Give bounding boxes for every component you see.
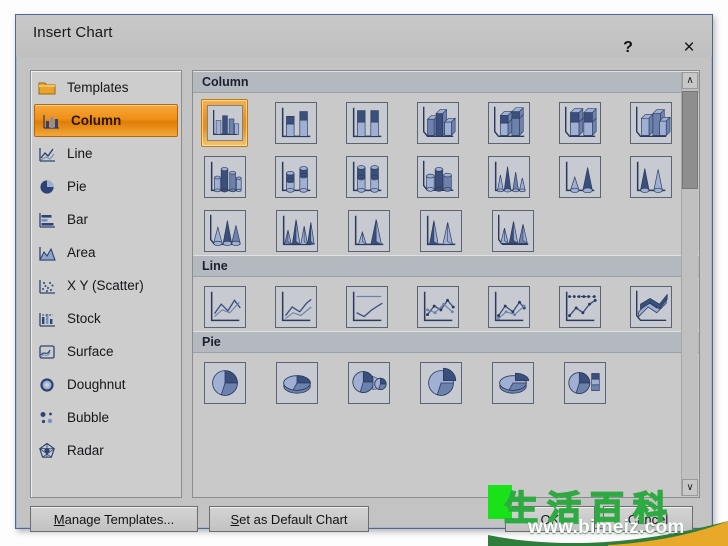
dialog-title: Insert Chart [33, 24, 113, 41]
gallery-row [193, 201, 699, 255]
doughnut-chart-icon [38, 376, 56, 394]
chart-subtype-3d-stacked-column[interactable] [486, 99, 533, 147]
ok-button[interactable]: OK [505, 506, 595, 532]
chart-subtype-3d-clustered-column[interactable] [414, 99, 461, 147]
chart-subtype-pie-of-pie[interactable] [345, 359, 393, 407]
sidebar-item-label: Radar [67, 443, 104, 458]
sidebar-item-x-y-scatter[interactable]: X Y (Scatter) [31, 269, 181, 302]
radar-chart-icon [38, 442, 56, 460]
chart-subtype-clustered-cone[interactable] [486, 153, 533, 201]
sidebar-item-line[interactable]: Line [31, 137, 181, 170]
chart-subtype-exploded-pie-in-3d[interactable] [489, 359, 537, 407]
sidebar-item-label: X Y (Scatter) [67, 278, 144, 293]
cancel-button[interactable]: Cancel [603, 506, 693, 532]
pie-chart-icon [38, 178, 56, 196]
sidebar-item-radar[interactable]: Radar [31, 434, 181, 467]
chart-subtype-line-with-markers[interactable] [414, 283, 461, 331]
chart-subtype-3d-column[interactable] [628, 99, 675, 147]
screen: Insert Chart ? × Templates Column Line Pie B… [0, 0, 728, 546]
chart-subtype-3d-pyramid[interactable] [489, 207, 537, 255]
bar-chart-icon [38, 211, 56, 229]
sidebar-item-label: Surface [67, 344, 114, 359]
scrollbar-thumb[interactable] [682, 91, 698, 189]
line-chart-icon [38, 145, 56, 163]
gallery-row [193, 353, 699, 407]
surface-chart-icon [38, 343, 56, 361]
insert-chart-dialog: Insert Chart ? × Templates Column Line Pie B… [15, 14, 713, 532]
chart-subtype-stacked-column[interactable] [272, 99, 319, 147]
column-chart-icon [42, 112, 60, 130]
chart-subtype-clustered-cylinder[interactable] [201, 153, 248, 201]
sidebar-item-label: Pie [67, 179, 87, 194]
chart-subtype-gallery[interactable]: Column Line Pie ∧ ∨ [192, 70, 700, 498]
chart-subtype-pie[interactable] [201, 359, 249, 407]
folder-icon [38, 79, 56, 97]
chart-subtype-pie-in-3d[interactable] [273, 359, 321, 407]
sidebar-item-label: Templates [67, 80, 129, 95]
chart-subtype-clustered-column[interactable] [201, 99, 249, 147]
chart-subtype-stacked-pyramid[interactable] [345, 207, 393, 255]
chart-subtype-exploded-pie[interactable] [417, 359, 465, 407]
sidebar-item-area[interactable]: Area [31, 236, 181, 269]
scroll-up-icon[interactable]: ∧ [682, 72, 698, 89]
sidebar-item-templates[interactable]: Templates [31, 71, 181, 104]
help-icon[interactable]: ? [611, 33, 645, 63]
sidebar-item-column[interactable]: Column [34, 104, 178, 137]
sidebar-item-surface[interactable]: Surface [31, 335, 181, 368]
chart-subtype-100-percent-stacked-cylinder[interactable] [343, 153, 390, 201]
area-chart-icon [38, 244, 56, 262]
gallery-scrollbar[interactable]: ∧ ∨ [681, 72, 698, 496]
dialog-titlebar: Insert Chart ? × [16, 15, 712, 58]
gallery-section-header-pie: Pie [193, 331, 699, 353]
chart-subtype-3d-cone[interactable] [201, 207, 249, 255]
sidebar-item-stock[interactable]: Stock [31, 302, 181, 335]
chart-subtype-stacked-line-with-markers[interactable] [486, 283, 533, 331]
chart-subtype-stacked-cylinder[interactable] [272, 153, 319, 201]
scroll-down-icon[interactable]: ∨ [682, 479, 698, 496]
chart-subtype-100-percent-stacked-line[interactable] [343, 283, 390, 331]
sidebar-item-pie[interactable]: Pie [31, 170, 181, 203]
stock-chart-icon [38, 310, 56, 328]
sidebar-item-label: Area [67, 245, 96, 260]
chart-subtype-3d-cylinder[interactable] [414, 153, 461, 201]
chart-subtype-100-percent-stacked-column[interactable] [343, 99, 390, 147]
gallery-row [193, 277, 699, 331]
sidebar-item-label: Bubble [67, 410, 110, 425]
chart-subtype-stacked-line[interactable] [272, 283, 319, 331]
sidebar-item-label: Line [67, 146, 93, 161]
manage-templates-button[interactable]: Manage Templates... [30, 506, 198, 532]
chart-subtype-bar-of-pie[interactable] [561, 359, 609, 407]
sidebar-item-bubble[interactable]: Bubble [31, 401, 181, 434]
manage-rest: anage Templates... [64, 511, 175, 527]
manage-accel: M [53, 511, 65, 527]
gallery-row [193, 147, 699, 201]
default-accel: S [230, 511, 240, 527]
section-title: Line [202, 259, 228, 273]
chart-subtype-stacked-cone[interactable] [557, 153, 604, 201]
gallery-row [193, 93, 699, 147]
scatter-chart-icon [38, 277, 56, 295]
chart-type-list[interactable]: Templates Column Line Pie Bar Area X Y (Scatte… [30, 70, 182, 498]
section-title: Pie [202, 335, 221, 349]
chart-subtype-100-percent-stacked-line-with-markers[interactable] [557, 283, 604, 331]
gallery-section-header-column: Column [193, 71, 699, 93]
chart-subtype-3d-100-percent-stacked-column[interactable] [557, 99, 604, 147]
chart-subtype-line[interactable] [201, 283, 248, 331]
section-title: Column [202, 75, 249, 89]
bubble-chart-icon [38, 409, 56, 427]
chart-subtype-clustered-pyramid[interactable] [273, 207, 321, 255]
sidebar-item-label: Doughnut [67, 377, 126, 392]
default-rest: et as Default Chart [239, 511, 348, 527]
sidebar-item-doughnut[interactable]: Doughnut [31, 368, 181, 401]
gallery-section-header-line: Line [193, 255, 699, 277]
chart-subtype-100-percent-stacked-pyramid[interactable] [417, 207, 465, 255]
sidebar-item-label: Stock [67, 311, 101, 326]
chart-subtype-3d-line[interactable] [628, 283, 675, 331]
sidebar-item-label: Bar [67, 212, 89, 227]
sidebar-item-bar[interactable]: Bar [31, 203, 181, 236]
sidebar-item-label: Column [71, 113, 122, 128]
chart-subtype-100-percent-stacked-cone[interactable] [628, 153, 675, 201]
set-as-default-chart-button[interactable]: Set as Default Chart [209, 506, 369, 532]
close-icon[interactable]: × [672, 33, 706, 63]
